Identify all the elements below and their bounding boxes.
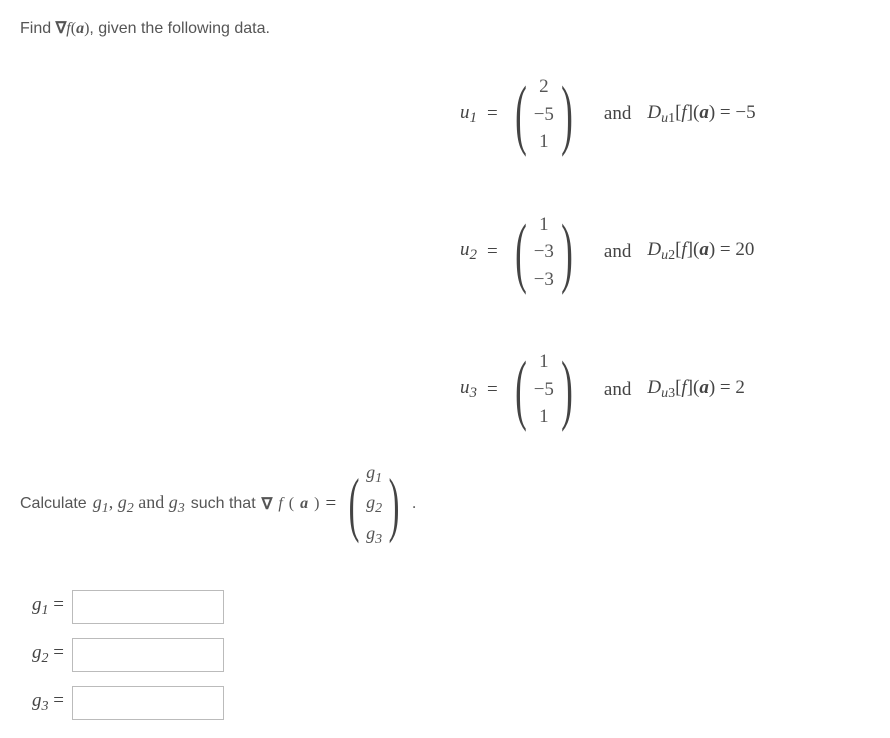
data-row-u1: u1 = ( 2 −5 1 ) and Du1[f](a) = −5	[460, 73, 870, 156]
grad-arg: a	[76, 20, 84, 37]
g3-comp: g3	[366, 520, 382, 550]
problem-prompt: Find ∇f(a), given the following data.	[20, 18, 870, 38]
grad-arg: a	[300, 495, 308, 513]
paren-left: (	[515, 358, 527, 420]
answer-row-g1: g1 =	[20, 590, 870, 624]
u3-comp-0: 1	[539, 348, 549, 376]
answer-row-g3: g3 =	[20, 686, 870, 720]
paren-right: )	[561, 221, 573, 283]
paren-close: )	[314, 495, 319, 513]
u2-comp-2: −3	[534, 266, 554, 294]
grad-f: f	[278, 495, 282, 513]
u1-vector: ( 2 −5 1 )	[508, 73, 580, 156]
u1-comp-1: −5	[534, 101, 554, 129]
paren-right: )	[561, 358, 573, 420]
data-row-u2: u2 = ( 1 −3 −3 ) and Du2[f](a) = 20	[460, 211, 870, 294]
du1-expression: Du1[f](a) = −5	[647, 102, 755, 127]
calc-mid: such that	[191, 495, 256, 513]
u2-comp-0: 1	[539, 211, 549, 239]
u3-label: u3	[460, 377, 477, 402]
paren-left: (	[515, 221, 527, 283]
equals-sign: =	[487, 103, 498, 125]
g-list: g1, g2 and g3	[93, 492, 185, 517]
paren-left: (	[349, 476, 360, 534]
period: .	[412, 495, 416, 513]
u1-comp-0: 2	[539, 73, 549, 101]
u1-comp-2: 1	[539, 128, 549, 156]
g2-label: g2 =	[20, 642, 64, 667]
paren-left: (	[515, 83, 527, 145]
paren-right: )	[389, 476, 400, 534]
nabla-symbol: ∇	[56, 20, 67, 37]
and-text: and	[604, 379, 631, 401]
du2-expression: Du2[f](a) = 20	[647, 239, 754, 264]
u1-label: u1	[460, 102, 477, 127]
u3-comp-1: −5	[534, 376, 554, 404]
g3-label: g3 =	[20, 690, 64, 715]
data-row-u3: u3 = ( 1 −5 1 ) and Du3[f](a) = 2	[460, 348, 870, 431]
g1-input[interactable]	[72, 590, 224, 624]
gradient-vector: ( g1 g2 g3 )	[342, 459, 406, 550]
nabla-symbol: ∇	[262, 494, 273, 514]
answer-inputs: g1 = g2 = g3 =	[20, 590, 870, 720]
paren-right: )	[561, 83, 573, 145]
g3-input[interactable]	[72, 686, 224, 720]
equals-sign: =	[487, 241, 498, 263]
and-text: and	[604, 103, 631, 125]
equals-sign: =	[487, 379, 498, 401]
u2-comp-1: −3	[534, 238, 554, 266]
g1-label: g1 =	[20, 594, 64, 619]
prompt-suffix: , given the following data.	[89, 20, 270, 37]
u2-label: u2	[460, 239, 477, 264]
calculate-prompt: Calculate g1, g2 and g3 such that ∇f(a) …	[20, 459, 870, 550]
u2-vector: ( 1 −3 −3 )	[508, 211, 580, 294]
and-text: and	[604, 241, 631, 263]
g1-comp: g1	[366, 459, 382, 489]
equals-sign: =	[325, 493, 336, 515]
du3-expression: Du3[f](a) = 2	[647, 377, 745, 402]
prompt-prefix: Find	[20, 20, 56, 37]
g2-comp: g2	[366, 489, 382, 519]
g2-input[interactable]	[72, 638, 224, 672]
answer-row-g2: g2 =	[20, 638, 870, 672]
calc-prefix: Calculate	[20, 495, 87, 513]
u3-vector: ( 1 −5 1 )	[508, 348, 580, 431]
u3-comp-2: 1	[539, 403, 549, 431]
paren-open: (	[289, 495, 294, 513]
